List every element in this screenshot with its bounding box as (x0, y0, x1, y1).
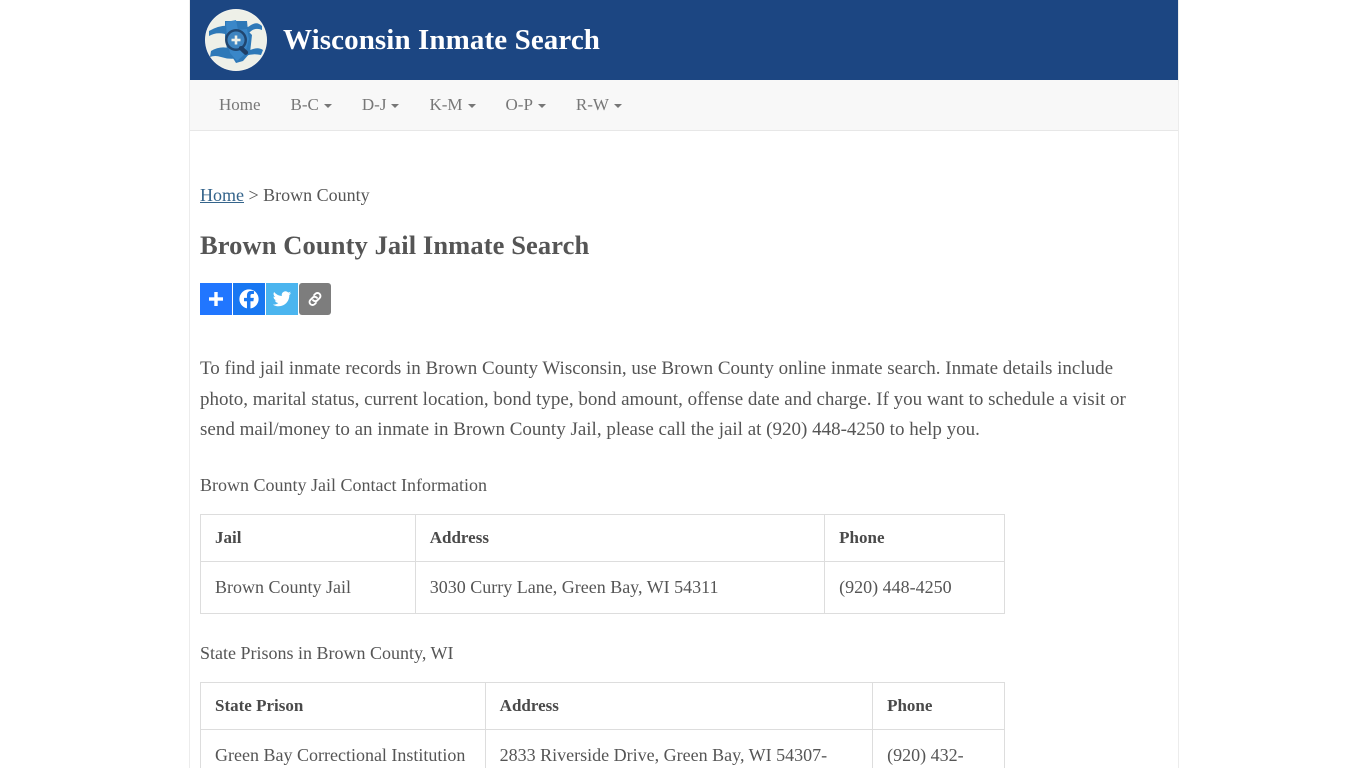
nav-item-home[interactable]: Home (204, 80, 276, 130)
nav-item-o-p[interactable]: O-P (491, 80, 561, 130)
link-chain-icon (308, 292, 322, 306)
nav-label: R-W (575, 95, 609, 114)
column-header-address: Address (414, 513, 826, 562)
main-navigation: Home B-C D-J K-M O-P R-W (190, 80, 1178, 131)
breadcrumb-current: Brown County (263, 185, 370, 205)
table-header-row: Jail Address Phone (200, 513, 1005, 562)
table-row: Brown County Jail 3030 Curry Lane, Green… (200, 560, 1005, 614)
nav-label: B-C (290, 95, 319, 114)
twitter-icon (272, 291, 292, 307)
nav-item-k-m[interactable]: K-M (414, 80, 490, 130)
column-header-phone: Phone (824, 513, 1005, 562)
nav-item-b-c[interactable]: B-C (276, 80, 347, 130)
cell-jail-name: Brown County Jail (200, 560, 416, 614)
intro-paragraph: To find jail inmate records in Brown Cou… (200, 358, 1126, 440)
nav-item-r-w[interactable]: R-W (561, 80, 637, 130)
column-header-jail: Jail (200, 513, 416, 562)
breadcrumb: Home > Brown County (200, 185, 1168, 206)
nav-label: K-M (429, 95, 463, 114)
table-row: Green Bay Correctional Institution 2833 … (200, 728, 1005, 768)
nav-label: D-J (361, 95, 387, 114)
column-header-phone: Phone (872, 681, 1005, 730)
column-header-state-prison: State Prison (200, 681, 486, 730)
facebook-share-button[interactable] (233, 283, 265, 315)
cell-jail-phone: (920) 448-4250 (824, 560, 1005, 614)
copy-link-share-button[interactable] (299, 283, 331, 315)
cell-prison-address: 2833 Riverside Drive, Green Bay, WI 5430… (484, 728, 874, 768)
cell-prison-phone: (920) 432-4877 (872, 728, 1005, 768)
state-prison-table: State Prison Address Phone Green Bay Cor… (200, 681, 1005, 768)
contact-section-heading: Brown County Jail Contact Information (200, 474, 487, 495)
site-title: Wisconsin Inmate Search (283, 23, 601, 56)
breadcrumb-link-home[interactable]: Home (200, 185, 244, 205)
cell-prison-name: Green Bay Correctional Institution (200, 728, 486, 768)
nav-label: Home (219, 95, 261, 114)
share-buttons (200, 283, 1168, 315)
nav-label: O-P (505, 95, 533, 114)
table-header-row: State Prison Address Phone (200, 681, 1005, 730)
site-header: Wisconsin Inmate Search (190, 0, 1178, 80)
chevron-down-icon (467, 104, 476, 109)
nav-item-d-j[interactable]: D-J (347, 80, 415, 130)
site-container: Wisconsin Inmate Search Home B-C D-J K-M… (189, 0, 1179, 768)
cell-jail-address: 3030 Curry Lane, Green Bay, WI 54311 (414, 560, 826, 614)
page-title: Brown County Jail Inmate Search (200, 230, 590, 260)
twitter-share-button[interactable] (266, 283, 298, 315)
chevron-down-icon (391, 104, 400, 109)
facebook-icon (239, 289, 259, 310)
jail-contact-table: Jail Address Phone Brown County Jail 303… (200, 513, 1005, 614)
prisons-section-heading: State Prisons in Brown County, WI (200, 642, 454, 663)
page: Wisconsin Inmate Search Home B-C D-J K-M… (0, 0, 1366, 768)
chevron-down-icon (613, 104, 622, 109)
plus-icon (209, 292, 223, 306)
chevron-down-icon (537, 104, 546, 109)
globe-magnifier-icon[interactable] (205, 9, 267, 71)
chevron-down-icon (323, 104, 332, 109)
main-content: Home > Brown County Brown County Jail In… (190, 185, 1178, 768)
breadcrumb-separator: > (244, 185, 264, 205)
addthis-share-button[interactable] (200, 283, 232, 315)
column-header-address: Address (484, 681, 874, 730)
